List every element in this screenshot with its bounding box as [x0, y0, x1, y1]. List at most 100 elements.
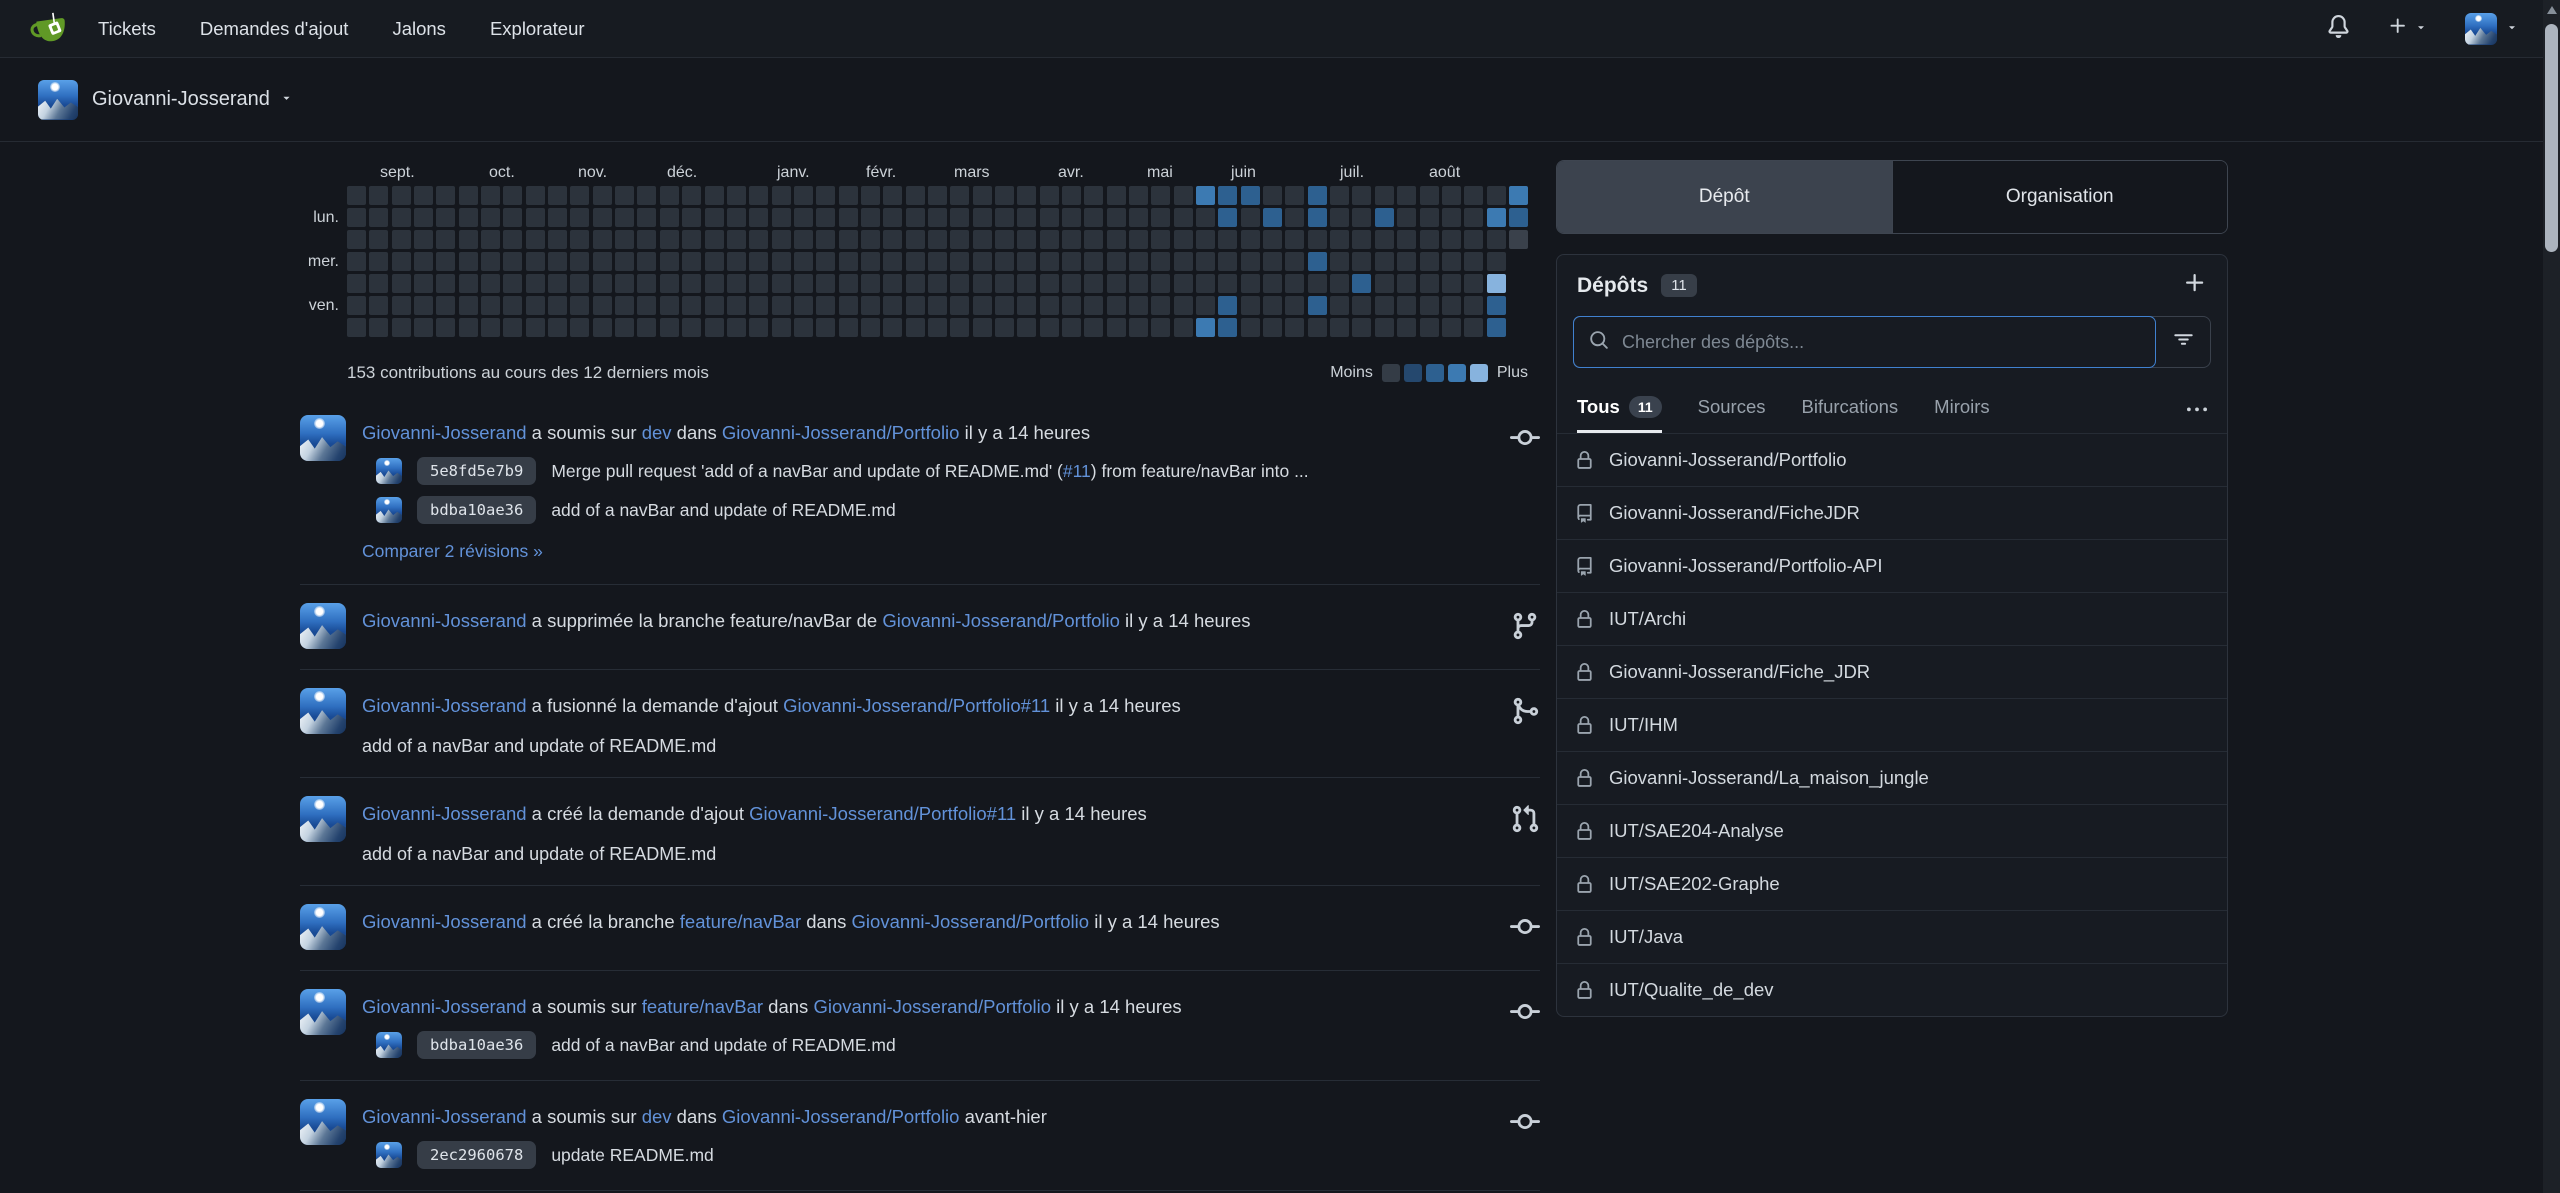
- filter-icon: [2173, 329, 2194, 350]
- feed-link[interactable]: feature/navBar: [680, 911, 801, 932]
- feed-link[interactable]: Giovanni-Josserand: [362, 695, 527, 716]
- gitea-logo[interactable]: [30, 10, 72, 48]
- feed-link[interactable]: Giovanni-Josserand/Portfolio: [882, 610, 1120, 631]
- repo-row[interactable]: IUT/IHM: [1557, 698, 2227, 751]
- user-avatar[interactable]: [300, 989, 346, 1035]
- repo-link[interactable]: Giovanni-Josserand/Portfolio-API: [1609, 555, 1883, 577]
- repo-filter-tab-bifurcations[interactable]: Bifurcations: [1802, 396, 1899, 433]
- nav-item-jalons[interactable]: Jalons: [392, 18, 445, 40]
- profile-name[interactable]: Giovanni-Josserand: [92, 88, 270, 111]
- heatmap-cell: [1196, 274, 1215, 293]
- repo-link[interactable]: IUT/Archi: [1609, 608, 1686, 630]
- context-switch-caret-icon[interactable]: [280, 91, 293, 109]
- profile-avatar[interactable]: [38, 80, 78, 120]
- heatmap-cell: [1397, 186, 1416, 205]
- scrollbar-thumb[interactable]: [2545, 24, 2558, 252]
- feed-link[interactable]: dev: [642, 1106, 672, 1127]
- heatmap-cell: [1084, 318, 1103, 337]
- new-repo-button[interactable]: [2183, 271, 2207, 300]
- repo-row[interactable]: Giovanni-Josserand/Portfolio-API: [1557, 539, 2227, 592]
- commit-sha-badge[interactable]: bdba10ae36: [417, 496, 536, 524]
- repo-row[interactable]: Giovanni-Josserand/Portfolio: [1557, 433, 2227, 486]
- heatmap-cell: [950, 252, 969, 271]
- feed-link[interactable]: Giovanni-Josserand: [362, 911, 527, 932]
- commit-sha-badge[interactable]: bdba10ae36: [417, 1031, 536, 1059]
- user-avatar[interactable]: [300, 603, 346, 649]
- commit-sha-badge[interactable]: 2ec2960678: [417, 1141, 536, 1169]
- feed-link[interactable]: Giovanni-Josserand/Portfolio#11: [749, 803, 1016, 824]
- heatmap-cell: [861, 296, 880, 315]
- feed-item-type-icon: [1498, 912, 1540, 950]
- heatmap-cell: [1040, 252, 1059, 271]
- repo-row[interactable]: IUT/Qualite_de_dev: [1557, 963, 2227, 1016]
- heatmap-cell: [794, 252, 813, 271]
- repo-filter-tab-sources[interactable]: Sources: [1698, 396, 1766, 433]
- repo-link[interactable]: Giovanni-Josserand/La_maison_jungle: [1609, 767, 1929, 789]
- repo-row[interactable]: IUT/Java: [1557, 910, 2227, 963]
- nav-item-tickets[interactable]: Tickets: [98, 18, 156, 40]
- feed-link[interactable]: Giovanni-Josserand/Portfolio#11: [783, 695, 1050, 716]
- repo-filter-tab-miroirs[interactable]: Miroirs: [1934, 396, 1990, 433]
- feed-link[interactable]: Giovanni-Josserand: [362, 422, 527, 443]
- feed-link[interactable]: Giovanni-Josserand/Portfolio: [722, 422, 960, 443]
- repo-link[interactable]: IUT/SAE204-Analyse: [1609, 820, 1784, 842]
- feed-link[interactable]: Giovanni-Josserand: [362, 610, 527, 631]
- create-new-button[interactable]: [2388, 16, 2427, 41]
- user-avatar[interactable]: [300, 1099, 346, 1145]
- repo-link[interactable]: IUT/Java: [1609, 926, 1683, 948]
- tab-organisation[interactable]: Organisation: [1892, 161, 2228, 233]
- repo-row[interactable]: Giovanni-Josserand/Fiche_JDR: [1557, 645, 2227, 698]
- notifications-button[interactable]: [2327, 15, 2350, 43]
- nav-menu: Tickets Demandes d'ajout Jalons Explorateur: [98, 18, 585, 40]
- repo-row[interactable]: Giovanni-Josserand/FicheJDR: [1557, 486, 2227, 539]
- commit-sha-badge[interactable]: 5e8fd5e7b9: [417, 457, 536, 485]
- heatmap-cell: [414, 252, 433, 271]
- heatmap-cell: [973, 186, 992, 205]
- user-menu-button[interactable]: [2465, 13, 2518, 45]
- more-filters-button[interactable]: [2187, 396, 2207, 420]
- repo-row[interactable]: IUT/SAE202-Graphe: [1557, 857, 2227, 910]
- activity-feed: Giovanni-Josserand a soumis sur dev dans…: [300, 397, 1540, 1193]
- repo-link[interactable]: IUT/SAE202-Graphe: [1609, 873, 1780, 895]
- feed-link[interactable]: Giovanni-Josserand: [362, 803, 527, 824]
- scroll-up-arrow[interactable]: [2547, 6, 2557, 14]
- user-avatar[interactable]: [300, 796, 346, 842]
- git-merge-icon: [1510, 696, 1540, 726]
- heatmap-cell: [727, 208, 746, 227]
- repo-link[interactable]: Giovanni-Josserand/FicheJDR: [1609, 502, 1860, 524]
- repo-link[interactable]: Giovanni-Josserand/Portfolio: [1609, 449, 1847, 471]
- feed-link[interactable]: Giovanni-Josserand: [362, 1106, 527, 1127]
- heatmap-cell: [1084, 230, 1103, 249]
- feed-link[interactable]: Giovanni-Josserand: [362, 996, 527, 1017]
- feed-link[interactable]: Giovanni-Josserand/Portfolio: [722, 1106, 960, 1127]
- page-scrollbar[interactable]: [2543, 0, 2560, 1193]
- repo-link[interactable]: IUT/Qualite_de_dev: [1609, 979, 1774, 1001]
- heatmap-cell: [570, 252, 589, 271]
- heatmap-cell: [772, 252, 791, 271]
- repo-row[interactable]: IUT/SAE204-Analyse: [1557, 804, 2227, 857]
- filter-button[interactable]: [2156, 317, 2210, 367]
- feed-link[interactable]: feature/navBar: [642, 996, 763, 1017]
- repo-link[interactable]: IUT/IHM: [1609, 714, 1678, 736]
- compare-revisions-link[interactable]: Comparer 2 révisions »: [362, 541, 543, 562]
- git-commit-icon: [1510, 997, 1540, 1027]
- heatmap-cell: [995, 274, 1014, 293]
- feed-link[interactable]: #11: [1063, 461, 1091, 481]
- heatmap-cell: [593, 186, 612, 205]
- feed-link[interactable]: dev: [642, 422, 672, 443]
- nav-item-demandes-d-ajout[interactable]: Demandes d'ajout: [200, 18, 349, 40]
- nav-item-explorateur[interactable]: Explorateur: [490, 18, 585, 40]
- feed-link[interactable]: Giovanni-Josserand/Portfolio: [852, 911, 1090, 932]
- feed-link[interactable]: Giovanni-Josserand/Portfolio: [813, 996, 1051, 1017]
- tab-d-p-t[interactable]: Dépôt: [1557, 161, 1892, 233]
- repo-filter-tab-tous[interactable]: Tous11: [1577, 396, 1662, 433]
- user-avatar[interactable]: [300, 415, 346, 461]
- user-avatar[interactable]: [300, 688, 346, 734]
- repo-search-input[interactable]: [1620, 331, 2140, 354]
- repo-link[interactable]: Giovanni-Josserand/Fiche_JDR: [1609, 661, 1870, 683]
- heatmap-month-label: déc.: [667, 164, 697, 182]
- git-commit-icon: [1510, 912, 1540, 942]
- repo-row[interactable]: Giovanni-Josserand/La_maison_jungle: [1557, 751, 2227, 804]
- repo-row[interactable]: IUT/Archi: [1557, 592, 2227, 645]
- user-avatar[interactable]: [300, 904, 346, 950]
